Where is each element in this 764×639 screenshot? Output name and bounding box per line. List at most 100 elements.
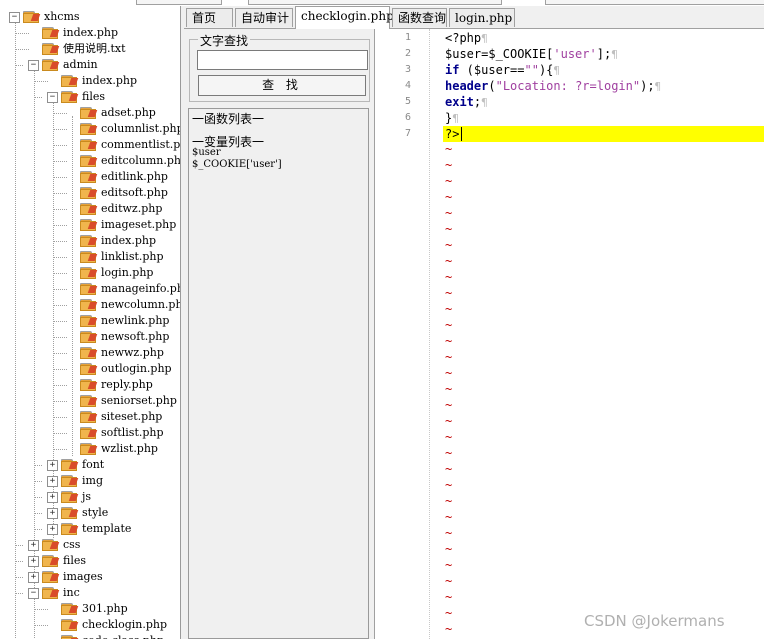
empty-line-tilde: ~ [445,430,453,444]
file-icon [80,219,98,231]
tree-guide [34,81,48,82]
code-token: $user=$_COOKIE[ [445,47,554,61]
top-control-middle[interactable] [248,0,502,5]
tree-guide [53,369,67,370]
tab-home[interactable]: 首页 [186,8,233,27]
file-tree[interactable]: − xhcms index.php 使用说明.txt − admin index.php − f… [0,6,181,639]
fold-margin [429,29,430,639]
tab-function-query[interactable]: 函数查询 [392,8,447,27]
empty-line-tilde: ~ [445,398,453,412]
expand-icon[interactable]: + [28,572,39,583]
tree-folder[interactable]: + img [0,473,180,489]
tree-file[interactable]: adset.php [0,105,180,121]
code-token: ]; [596,47,612,61]
tree-file[interactable]: editwz.php [0,201,180,217]
tree-folder[interactable]: + images [0,569,180,585]
tree-file[interactable]: softlist.php [0,425,180,441]
collapse-icon[interactable]: − [47,92,58,103]
tree-folder[interactable]: + template [0,521,180,537]
folder-icon [61,507,79,519]
collapse-icon[interactable]: − [28,588,39,599]
tree-file[interactable]: newlink.php [0,313,180,329]
expand-icon[interactable]: + [47,508,58,519]
expand-icon[interactable]: + [47,476,58,487]
file-icon [80,203,98,215]
tree-item-label: newsoft.php [101,330,170,343]
tree-file[interactable]: columnlist.php [0,121,180,137]
tree-guide [53,401,67,402]
tree-folder[interactable]: − xhcms [0,9,180,25]
search-button[interactable]: 查 找 [198,75,366,96]
tree-file[interactable]: commentlist.php [0,137,180,153]
tree-file[interactable]: wzlist.php [0,441,180,457]
variable-item[interactable]: $_COOKIE['user'] [192,159,282,170]
tree-guide [15,561,23,562]
empty-line-tilde: ~ [445,142,453,156]
collapse-icon[interactable]: − [28,60,39,71]
tree-folder[interactable]: + css [0,537,180,553]
empty-line-tilde: ~ [445,382,453,396]
tree-folder[interactable]: − admin [0,57,180,73]
tab-login[interactable]: login.php [449,8,515,27]
code-token: "Location: ?r=login" [495,79,641,93]
file-icon [42,43,60,55]
tree-folder[interactable]: + style [0,505,180,521]
tree-file[interactable]: linklist.php [0,249,180,265]
expand-icon[interactable]: + [47,460,58,471]
tree-folder[interactable]: + js [0,489,180,505]
tree-file[interactable]: 301.php [0,601,180,617]
tree-file[interactable]: imageset.php [0,217,180,233]
file-icon [42,27,60,39]
eol-marker: ¶ [654,80,662,93]
tree-file[interactable]: newcolumn.php [0,297,180,313]
collapse-icon[interactable]: − [9,12,20,23]
tree-file[interactable]: newsoft.php [0,329,180,345]
tree-item-label: 使用说明.txt [63,42,126,55]
tree-folder[interactable]: + files [0,553,180,569]
file-icon [80,187,98,199]
tree-item-label: linklist.php [101,250,164,263]
tree-file[interactable]: outlogin.php [0,361,180,377]
tab-auto-audit[interactable]: 自动审计 [235,8,293,27]
variable-item[interactable]: $user [192,147,221,158]
tree-file[interactable]: code.class.php [0,633,180,639]
tree-file[interactable]: seniorset.php [0,393,180,409]
top-control-left[interactable] [136,0,222,5]
tree-folder[interactable]: − inc [0,585,180,601]
tree-guide [53,241,67,242]
tree-file[interactable]: 使用说明.txt [0,41,180,57]
expand-icon[interactable]: + [28,540,39,551]
folder-icon [61,91,79,103]
code-editor[interactable]: 1 2 3 4 5 6 7 <?php¶ $user=$_COOKIE['user'];¶ if … [374,29,764,639]
expand-icon[interactable]: + [28,556,39,567]
tree-file[interactable]: editcolumn.php [0,153,180,169]
tree-file[interactable]: reply.php [0,377,180,393]
tree-file[interactable]: editlink.php [0,169,180,185]
folder-icon [61,475,79,487]
folder-icon [42,587,60,599]
tab-checklogin[interactable]: checklogin.php [295,6,394,29]
tree-file[interactable]: editsoft.php [0,185,180,201]
code-token: if [445,63,460,77]
tree-file[interactable]: checklogin.php [0,617,180,633]
tree-folder[interactable]: − files [0,89,180,105]
tree-file[interactable]: index.php [0,25,180,41]
tree-file[interactable]: siteset.php [0,409,180,425]
empty-line-tilde: ~ [445,510,453,524]
tree-guide [53,273,67,274]
tree-file[interactable]: index.php [0,73,180,89]
expand-icon[interactable]: + [47,492,58,503]
tree-file[interactable]: manageinfo.php [0,281,180,297]
tree-item-label: editsoft.php [101,186,168,199]
top-control-right[interactable] [545,0,764,5]
tree-file[interactable]: login.php [0,265,180,281]
tree-guide [34,609,48,610]
expand-icon[interactable]: + [47,524,58,535]
code-token: ); [640,79,655,93]
search-input[interactable] [197,50,368,70]
tree-item-label: newcolumn.php [101,298,181,311]
tree-folder[interactable]: + font [0,457,180,473]
tree-item-label: style [82,506,109,519]
tree-file[interactable]: index.php [0,233,180,249]
tree-file[interactable]: newwz.php [0,345,180,361]
